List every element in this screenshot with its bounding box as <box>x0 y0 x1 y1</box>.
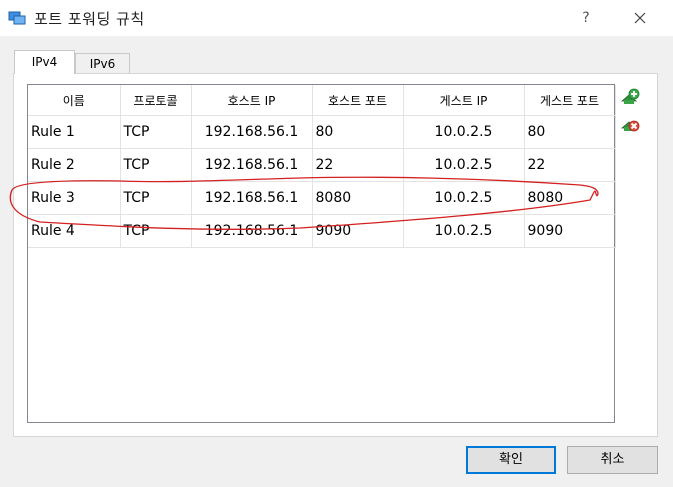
column-header-host-ip[interactable]: 호스트 IP <box>191 85 313 116</box>
column-header-name[interactable]: 이름 <box>28 85 121 116</box>
protocol-cell[interactable]: TCP <box>120 148 192 182</box>
protocol-cell[interactable]: TCP <box>120 181 192 215</box>
guest-ip-cell[interactable]: 10.0.2.5 <box>403 214 525 248</box>
column-header-guest-ip[interactable]: 게스트 IP <box>403 85 525 116</box>
close-icon[interactable] <box>626 4 654 32</box>
guest-port-cell[interactable]: 22 <box>524 148 616 182</box>
rule-name-cell[interactable]: Rule 2 <box>28 148 121 182</box>
remove-rule-icon[interactable] <box>619 114 641 136</box>
help-button[interactable]: ? <box>572 4 600 32</box>
table-header-row: 이름 프로토콜 호스트 IP 호스트 포트 게스트 IP 게스트 포트 <box>28 85 616 116</box>
guest-ip-cell[interactable]: 10.0.2.5 <box>403 148 525 182</box>
guest-port-cell[interactable]: 8080 <box>524 181 616 215</box>
protocol-cell[interactable]: TCP <box>120 115 192 149</box>
window-title: 포트 포워딩 규칙 <box>34 10 145 28</box>
add-rule-icon[interactable] <box>619 87 641 109</box>
protocol-cell[interactable]: TCP <box>120 214 192 248</box>
host-ip-cell[interactable]: 192.168.56.1 <box>191 115 313 149</box>
guest-port-cell[interactable]: 80 <box>524 115 616 149</box>
guest-port-cell[interactable]: 9090 <box>524 214 616 248</box>
guest-ip-cell[interactable]: 10.0.2.5 <box>403 115 525 149</box>
table-row[interactable]: Rule 4 TCP 192.168.56.1 9090 10.0.2.5 90… <box>28 214 616 248</box>
host-port-cell[interactable]: 8080 <box>312 181 404 215</box>
rule-name-cell[interactable]: Rule 1 <box>28 115 121 149</box>
rule-name-cell[interactable]: Rule 3 <box>28 181 121 215</box>
title-bar: 포트 포워딩 규칙 ? <box>0 0 673 36</box>
column-header-host-port[interactable]: 호스트 포트 <box>312 85 404 116</box>
host-ip-cell[interactable]: 192.168.56.1 <box>191 148 313 182</box>
host-ip-cell[interactable]: 192.168.56.1 <box>191 181 313 215</box>
table-row[interactable]: Rule 1 TCP 192.168.56.1 80 10.0.2.5 80 <box>28 115 616 149</box>
guest-ip-cell[interactable]: 10.0.2.5 <box>403 181 525 215</box>
host-port-cell[interactable]: 9090 <box>312 214 404 248</box>
column-header-guest-port[interactable]: 게스트 포트 <box>524 85 616 116</box>
host-port-cell[interactable]: 22 <box>312 148 404 182</box>
tab-ipv4[interactable]: IPv4 <box>14 50 75 74</box>
rule-name-cell[interactable]: Rule 4 <box>28 214 121 248</box>
table-row[interactable]: Rule 2 TCP 192.168.56.1 22 10.0.2.5 22 <box>28 148 616 182</box>
network-app-icon <box>8 11 26 25</box>
host-ip-cell[interactable]: 192.168.56.1 <box>191 214 313 248</box>
ok-button[interactable]: 확인 <box>466 446 556 474</box>
tab-ipv6[interactable]: IPv6 <box>75 53 130 74</box>
host-port-cell[interactable]: 80 <box>312 115 404 149</box>
table-row[interactable]: Rule 3 TCP 192.168.56.1 8080 10.0.2.5 80… <box>28 181 616 215</box>
cancel-button[interactable]: 취소 <box>567 446 658 474</box>
port-forwarding-table[interactable]: 이름 프로토콜 호스트 IP 호스트 포트 게스트 IP 게스트 포트 Rule… <box>27 84 616 423</box>
column-header-protocol[interactable]: 프로토콜 <box>120 85 192 116</box>
